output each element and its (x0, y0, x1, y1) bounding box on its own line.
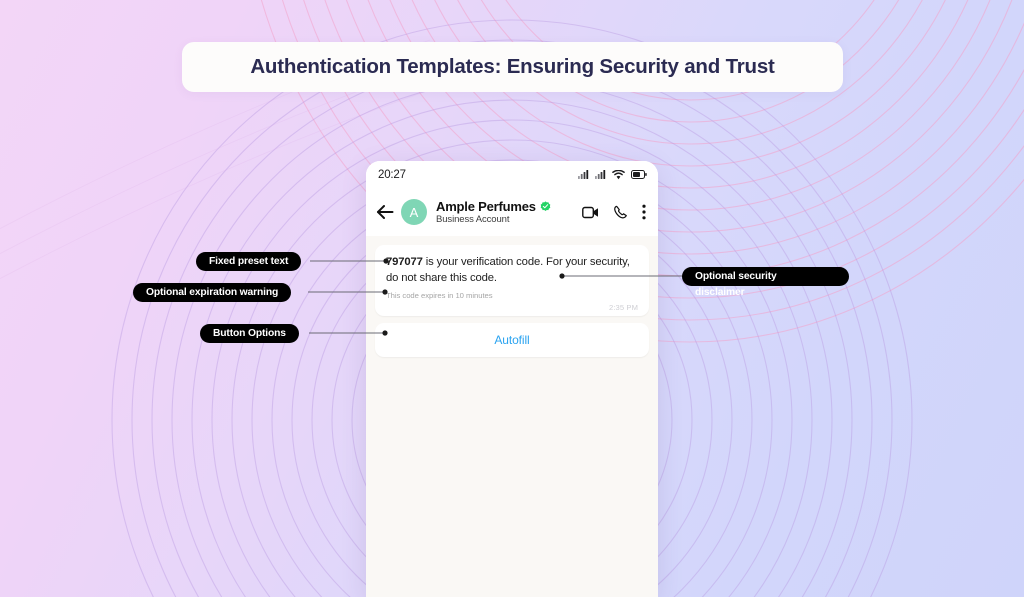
chat-header: A Ample Perfumes Business Account (366, 188, 658, 236)
annotation-pill-background: Optional security (682, 267, 849, 286)
annotation-label: Button Options (213, 328, 286, 339)
expiry-note: This code expires in 10 minutes (386, 291, 493, 300)
autofill-button-label: Autofill (494, 333, 530, 347)
verification-code: 797077 (386, 256, 423, 268)
contact-subtitle: Business Account (436, 214, 510, 225)
autofill-button[interactable]: Autofill (375, 323, 649, 357)
wifi-icon (612, 169, 625, 179)
annotation-label-overflow: disclaimer (695, 287, 745, 298)
signal-icon (595, 170, 606, 179)
message-bubble: 797077 is your verification code. For yo… (375, 245, 649, 316)
contact-name-row: Ample Perfumes (436, 199, 551, 214)
message-timestamp: 2:35 PM (609, 303, 638, 312)
annotation-expiration-warning: Optional expiration warning (133, 283, 292, 302)
contact-name: Ample Perfumes (436, 199, 536, 214)
video-call-icon[interactable] (582, 206, 599, 219)
avatar[interactable]: A (401, 199, 427, 225)
chat-body: 797077 is your verification code. For yo… (366, 236, 658, 597)
back-arrow-icon[interactable] (375, 202, 395, 222)
verified-badge-icon (540, 201, 551, 211)
annotation-button-options: Button Options (200, 324, 299, 343)
signal-icon (578, 170, 589, 179)
more-options-icon[interactable] (642, 204, 646, 220)
annotation-fixed-preset-text: Fixed preset text (196, 252, 302, 271)
annotation-security-disclaimer: Optional security disclaimer (682, 267, 849, 298)
page-title-card: Authentication Templates: Ensuring Secur… (182, 42, 843, 92)
header-actions (582, 204, 648, 220)
phone-call-icon[interactable] (613, 205, 628, 220)
contact-info[interactable]: Ample Perfumes Business Account (436, 199, 551, 225)
annotation-label: Optional expiration warning (146, 287, 279, 298)
status-time: 20:27 (378, 168, 406, 181)
page-title: Authentication Templates: Ensuring Secur… (250, 55, 775, 78)
annotation-label: Optional security (695, 271, 777, 282)
message-text: 797077 is your verification code. For yo… (386, 254, 638, 286)
phone-mockup: 20:27 A Ample Perfumes Business Account … (366, 161, 658, 597)
avatar-letter: A (409, 204, 419, 220)
status-bar: 20:27 (366, 161, 658, 188)
message-body: is your verification code. For your secu… (386, 256, 630, 284)
battery-icon (631, 170, 647, 179)
annotation-label: Fixed preset text (209, 256, 289, 267)
status-icons (578, 169, 647, 180)
